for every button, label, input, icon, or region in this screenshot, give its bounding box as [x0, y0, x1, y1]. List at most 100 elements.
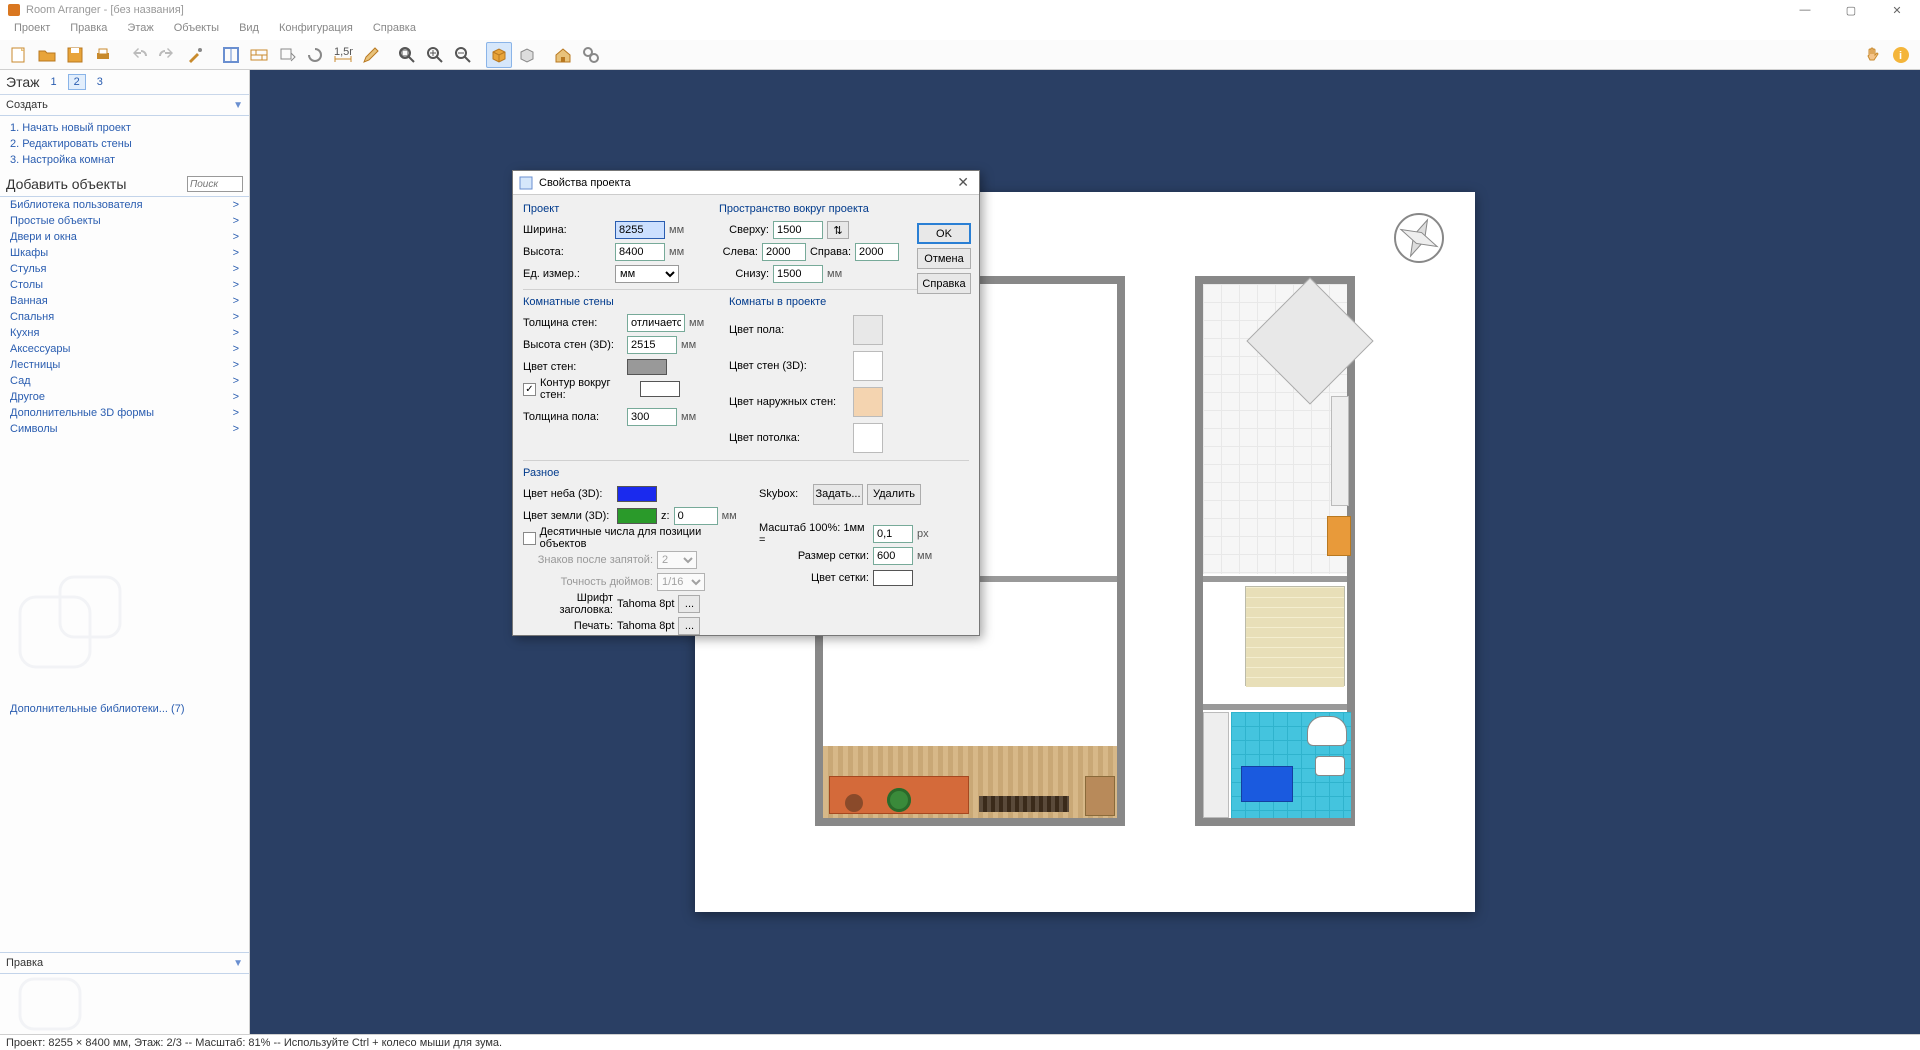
rotate-icon[interactable] — [302, 42, 328, 68]
cancel-button[interactable]: Отмена — [917, 248, 971, 269]
task-new-project[interactable]: 1. Начать новый проект — [10, 120, 239, 136]
space-bottom-input[interactable] — [773, 265, 823, 283]
3d-box-icon[interactable] — [486, 42, 512, 68]
canvas[interactable] — [250, 70, 1920, 1034]
hand-icon[interactable] — [1860, 42, 1886, 68]
wall3d-color-swatch[interactable] — [853, 351, 883, 381]
outline-color-swatch[interactable] — [640, 381, 680, 397]
watermark-icon — [10, 567, 130, 687]
extra-libraries-link[interactable]: Дополнительные библиотеки... (7) — [0, 697, 249, 721]
menu-edit[interactable]: Правка — [62, 20, 115, 40]
floors-label: Этаж — [6, 74, 39, 90]
space-right-input[interactable] — [855, 243, 899, 261]
measure-icon[interactable]: 1,5m — [330, 42, 356, 68]
undo-icon[interactable] — [126, 42, 152, 68]
create-header[interactable]: Создать▼ — [0, 95, 249, 116]
header-font-button[interactable]: ... — [678, 595, 700, 613]
cat-doors-windows[interactable]: Двери и окна> — [0, 229, 249, 245]
sky-color-swatch[interactable] — [617, 486, 657, 502]
menu-bar: Проект Правка Этаж Объекты Вид Конфигура… — [0, 20, 1920, 40]
cat-kitchen[interactable]: Кухня> — [0, 325, 249, 341]
outer-wall-color-swatch[interactable] — [853, 387, 883, 417]
group-space: Пространство вокруг проекта — [719, 201, 899, 219]
ground-z-input[interactable] — [674, 507, 718, 525]
space-top-input[interactable] — [773, 221, 823, 239]
space-left-input[interactable] — [762, 243, 806, 261]
floor-2[interactable]: 2 — [68, 74, 86, 90]
new-icon[interactable] — [6, 42, 32, 68]
cat-simple-objects[interactable]: Простые объекты> — [0, 213, 249, 229]
minimize-button[interactable]: — — [1782, 0, 1828, 20]
ok-button[interactable]: OK — [917, 223, 971, 244]
ground-color-swatch[interactable] — [617, 508, 657, 524]
group-project: Проект — [523, 201, 703, 219]
doc-name: [без названия] — [110, 4, 183, 16]
menu-view[interactable]: Вид — [231, 20, 267, 40]
cat-other[interactable]: Другое> — [0, 389, 249, 405]
edit-header[interactable]: Правка▼ — [0, 953, 249, 974]
house-icon[interactable] — [550, 42, 576, 68]
cat-chairs[interactable]: Стулья> — [0, 261, 249, 277]
menu-objects[interactable]: Объекты — [166, 20, 227, 40]
zoom-in-icon[interactable] — [422, 42, 448, 68]
app-name: Room Arranger — [26, 4, 101, 16]
save-icon[interactable] — [62, 42, 88, 68]
svg-text:1,5m: 1,5m — [334, 46, 353, 58]
units-select[interactable]: мм — [615, 265, 679, 283]
redo-icon[interactable] — [154, 42, 180, 68]
search-input[interactable] — [187, 176, 243, 192]
cat-wardrobes[interactable]: Шкафы> — [0, 245, 249, 261]
wall-color-swatch[interactable] — [627, 359, 667, 375]
print-icon[interactable] — [90, 42, 116, 68]
menu-floor[interactable]: Этаж — [119, 20, 161, 40]
task-edit-walls[interactable]: 2. Редактировать стены — [10, 136, 239, 152]
width-input[interactable] — [615, 221, 665, 239]
zoom-fit-icon[interactable] — [394, 42, 420, 68]
bricks-icon[interactable] — [246, 42, 272, 68]
wall-thickness-input[interactable] — [627, 314, 685, 332]
floor-thickness-input[interactable] — [627, 408, 677, 426]
menu-config[interactable]: Конфигурация — [271, 20, 361, 40]
skybox-delete-button[interactable]: Удалить — [867, 484, 921, 505]
gears-icon[interactable] — [578, 42, 604, 68]
floor-color-swatch[interactable] — [853, 315, 883, 345]
cat-bathroom[interactable]: Ванная> — [0, 293, 249, 309]
grid-size-input[interactable] — [873, 547, 913, 565]
wall-height-input[interactable] — [627, 336, 677, 354]
cat-symbols[interactable]: Символы> — [0, 421, 249, 437]
cat-user-library[interactable]: Библиотека пользователя> — [0, 197, 249, 213]
dialog-close-icon[interactable]: ✕ — [953, 174, 973, 191]
help-button[interactable]: Справка — [917, 273, 971, 294]
chevron-down-icon: ▼ — [233, 958, 243, 969]
menu-project[interactable]: Проект — [6, 20, 58, 40]
lock-space-icon[interactable]: ⇅ — [827, 221, 849, 239]
3d-alt-icon[interactable] — [514, 42, 540, 68]
cat-tables[interactable]: Столы> — [0, 277, 249, 293]
transform-icon[interactable] — [274, 42, 300, 68]
print-font-button[interactable]: ... — [678, 617, 700, 635]
grid-color-swatch[interactable] — [873, 570, 913, 586]
outline-checkbox[interactable]: ✓ — [523, 383, 536, 396]
open-icon[interactable] — [34, 42, 60, 68]
close-button[interactable]: ✕ — [1874, 0, 1920, 20]
maximize-button[interactable]: ▢ — [1828, 0, 1874, 20]
info-icon[interactable]: i — [1888, 42, 1914, 68]
walls-icon[interactable] — [218, 42, 244, 68]
skybox-set-button[interactable]: Задать... — [813, 484, 863, 505]
cat-3d-shapes[interactable]: Дополнительные 3D формы> — [0, 405, 249, 421]
cat-garden[interactable]: Сад> — [0, 373, 249, 389]
cat-stairs[interactable]: Лестницы> — [0, 357, 249, 373]
scale-input[interactable] — [873, 525, 913, 543]
decimal-checkbox[interactable] — [523, 532, 536, 545]
brush-icon[interactable] — [182, 42, 208, 68]
ceiling-color-swatch[interactable] — [853, 423, 883, 453]
menu-help[interactable]: Справка — [365, 20, 424, 40]
height-input[interactable] — [615, 243, 665, 261]
zoom-out-icon[interactable] — [450, 42, 476, 68]
floor-1[interactable]: 1 — [45, 75, 61, 89]
cat-bedroom[interactable]: Спальня> — [0, 309, 249, 325]
task-room-setup[interactable]: 3. Настройка комнат — [10, 152, 239, 168]
floor-3[interactable]: 3 — [92, 75, 108, 89]
pencil-icon[interactable] — [358, 42, 384, 68]
cat-accessories[interactable]: Аксессуары> — [0, 341, 249, 357]
